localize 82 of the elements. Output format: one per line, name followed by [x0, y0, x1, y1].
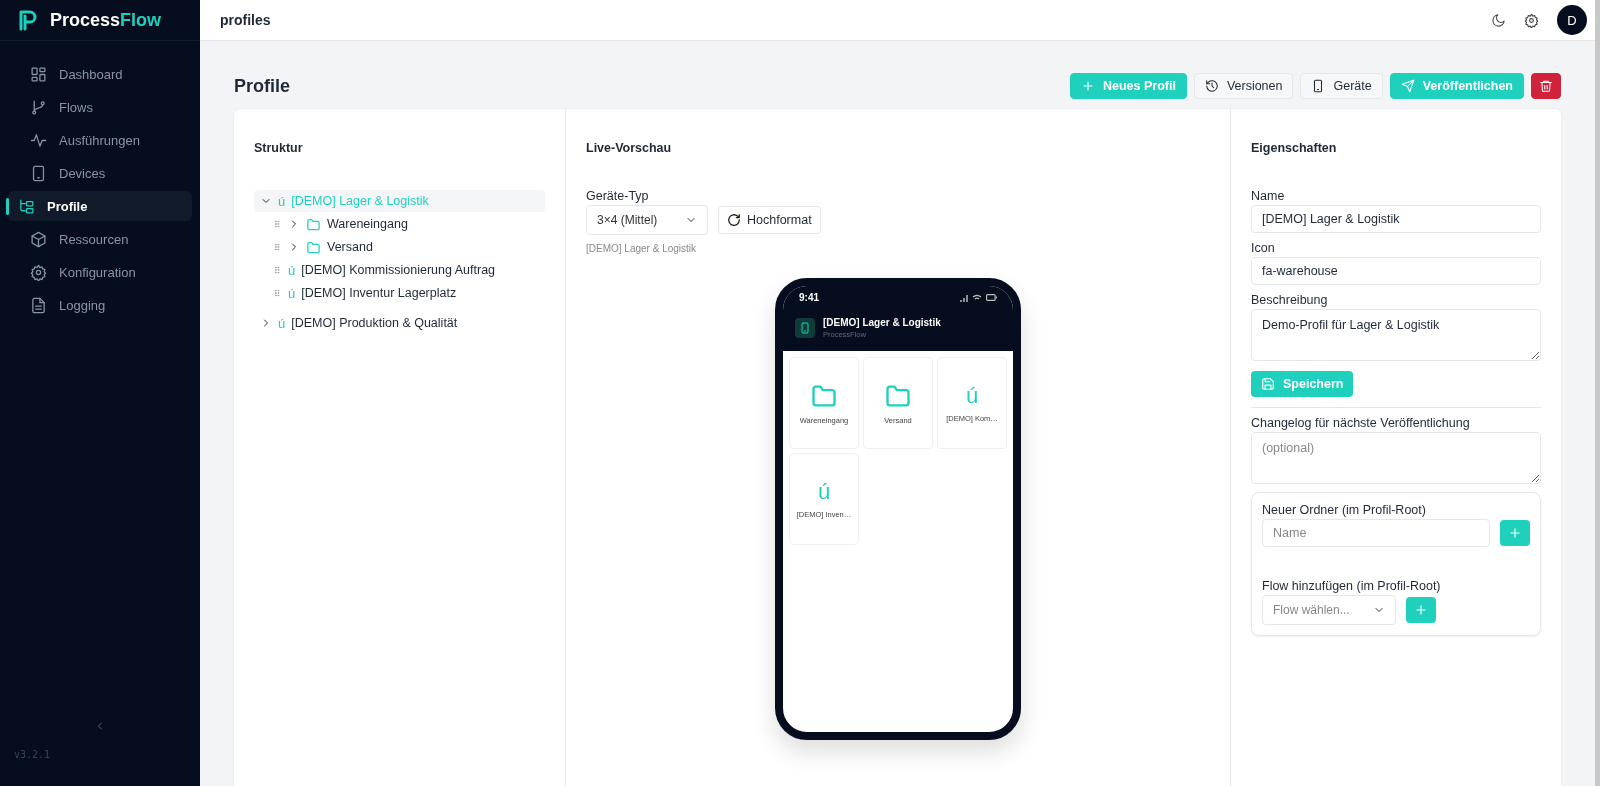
sidebar-item[interactable]: Dashboard: [8, 59, 192, 89]
orientation-button[interactable]: Hochformat: [718, 206, 821, 234]
flow-glyph: ú: [817, 479, 831, 504]
sidebar-item[interactable]: Logging: [8, 290, 192, 320]
tree-item-label: [DEMO] Produktion & Qualität: [291, 316, 458, 330]
action-button[interactable]: Versionen: [1193, 73, 1294, 99]
tree-item-label: Wareneingang: [327, 217, 408, 231]
tree-item-label: Versand: [327, 240, 373, 254]
cube-icon: [30, 230, 47, 248]
tree-item[interactable]: ú [DEMO] Kommissionierung Auftrag: [266, 259, 545, 281]
tree-item[interactable]: ú [DEMO] Produktion & Qualität: [254, 312, 545, 334]
tree-item[interactable]: ú [DEMO] Inventur Lagerplatz: [266, 282, 545, 304]
field-label: Flow hinzufügen (im Profil-Root): [1262, 579, 1442, 593]
app-title: [DEMO] Lager & Logistik: [823, 317, 941, 328]
grid-icon: [30, 65, 47, 83]
moon-icon: [1491, 12, 1506, 28]
device-type-select[interactable]: 3×4 (Mittel): [586, 205, 708, 235]
user-avatar[interactable]: D: [1557, 5, 1587, 35]
flow-glyph: ú: [278, 193, 286, 209]
history-icon: [1204, 79, 1219, 93]
add-button[interactable]: [1500, 520, 1530, 546]
panel-title: Live-Vorschau: [586, 141, 673, 155]
flow-glyph: ú: [278, 315, 286, 331]
plus-icon: [1508, 526, 1522, 540]
signal-icon: [960, 293, 968, 302]
delete-button[interactable]: [1531, 73, 1561, 99]
tree-item-label: [DEMO] Inventur Lagerplatz: [301, 286, 457, 300]
rotate-icon: [727, 213, 741, 227]
trash-icon: [1539, 79, 1553, 93]
plus-icon: [1414, 603, 1428, 617]
drag-handle-icon: [272, 288, 282, 298]
field-label: Beschreibung: [1251, 293, 1329, 307]
add-button[interactable]: [1406, 597, 1436, 623]
folder-icon: [306, 216, 321, 232]
description-field[interactable]: Demo-Profil für Lager & Logistik: [1251, 309, 1541, 361]
field-label: Icon: [1251, 241, 1276, 255]
wifi-icon: [972, 293, 982, 302]
sidebar-item[interactable]: Konfiguration: [8, 257, 192, 287]
tree-icon: [18, 197, 35, 215]
flow-glyph: ú: [965, 383, 979, 408]
sidebar-item[interactable]: Profile: [8, 191, 192, 221]
tree-item[interactable]: Versand: [266, 236, 545, 258]
text-field[interactable]: [DEMO] Lager & Logistik: [1251, 205, 1541, 233]
panel-title: Struktur: [254, 141, 304, 155]
folder-icon: [306, 239, 321, 255]
flow-select[interactable]: Flow wählen...: [1262, 595, 1396, 625]
text-field[interactable]: fa-warehouse: [1251, 257, 1541, 285]
field-label: Name: [1251, 189, 1286, 203]
flow-glyph: ú: [288, 262, 296, 278]
page-heading: profiles: [220, 12, 271, 28]
send-icon: [1400, 79, 1415, 93]
gear-icon: [30, 263, 47, 281]
field-label: Geräte-Typ: [586, 189, 650, 203]
pulse-icon: [30, 131, 47, 149]
drag-handle-icon: [272, 242, 282, 252]
drag-handle-icon: [272, 265, 282, 275]
page-title: Profile: [234, 75, 290, 97]
tablet-icon: [30, 164, 47, 182]
changelog-field[interactable]: (optional): [1251, 432, 1541, 484]
action-button[interactable]: Geräte: [1300, 73, 1383, 99]
save-icon: [1261, 377, 1275, 391]
sidebar-item[interactable]: Ausführungen: [8, 125, 192, 155]
document-icon: [30, 296, 47, 314]
tree-item-label: [DEMO] Lager & Logistik: [291, 194, 429, 208]
sidebar-item[interactable]: Flows: [8, 92, 192, 122]
tree-item[interactable]: Wareneingang: [266, 213, 545, 235]
field-label: Neuer Ordner (im Profil-Root): [1262, 503, 1427, 517]
preview-caption: [DEMO] Lager & Logistik: [586, 243, 698, 254]
branch-icon: [30, 98, 47, 116]
folder-name-field[interactable]: Name: [1262, 519, 1490, 547]
status-time: 9:41: [799, 292, 819, 303]
panel-title: Eigenschaften: [1251, 141, 1338, 155]
plus-icon: [1080, 79, 1095, 93]
brand-name: ProcessFlow: [50, 9, 162, 31]
tree-item-label: [DEMO] Kommissionierung Auftrag: [301, 263, 496, 277]
flow-glyph: ú: [288, 285, 296, 301]
sidebar-item[interactable]: Devices: [8, 158, 192, 188]
drag-handle-icon: [272, 219, 282, 229]
settings-icon: [1524, 12, 1539, 28]
battery-icon: [986, 294, 997, 301]
field-label: Changelog für nächste Veröffentlichung: [1251, 416, 1471, 430]
sidebar-item[interactable]: Ressourcen: [8, 224, 192, 254]
